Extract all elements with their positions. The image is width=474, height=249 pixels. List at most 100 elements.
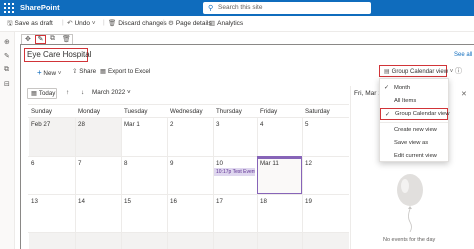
waffle-icon[interactable] bbox=[4, 3, 14, 13]
today-button[interactable]: ▦ Today bbox=[27, 88, 57, 99]
calendar-cell[interactable] bbox=[168, 233, 213, 249]
day-number[interactable]: 18 bbox=[260, 198, 267, 205]
analytics-button[interactable]: ▥ Analytics bbox=[209, 19, 243, 27]
calendar-cell[interactable] bbox=[258, 233, 302, 249]
app-title[interactable]: SharePoint bbox=[20, 3, 60, 12]
plus-icon: + bbox=[37, 68, 42, 77]
day-number[interactable]: 13 bbox=[31, 198, 38, 205]
chevron-down-icon: ˅ bbox=[127, 89, 131, 96]
save-as-draft-button[interactable]: 🖫 Save as draft bbox=[7, 19, 53, 30]
menu-divider bbox=[380, 122, 448, 123]
day-number[interactable]: 19 bbox=[305, 198, 312, 205]
delete-icon[interactable]: 🗑 bbox=[62, 35, 71, 43]
command-bar: 🖫 Save as draft | ↶ Undo ˅ | 🗑 Discard chan… bbox=[0, 16, 474, 32]
day-number[interactable]: 4 bbox=[260, 121, 263, 128]
day-number[interactable]: 9 bbox=[170, 160, 173, 167]
check-icon: ✓ bbox=[385, 112, 391, 118]
search-icon: ⚲ bbox=[208, 5, 214, 12]
page-details-button[interactable]: ⚙ Page details bbox=[168, 19, 212, 27]
grid-line bbox=[167, 117, 168, 249]
today-indicator bbox=[258, 157, 301, 159]
day-number[interactable]: 2 bbox=[170, 121, 173, 128]
chevron-down-icon: ˅ bbox=[449, 69, 454, 75]
calendar-cell[interactable] bbox=[76, 233, 121, 249]
day-number[interactable]: 7 bbox=[78, 160, 81, 167]
delete-icon[interactable]: ⊟ bbox=[4, 80, 10, 88]
copy-icon[interactable]: ⧉ bbox=[50, 35, 55, 43]
month-picker[interactable]: March 2022 ˅ bbox=[92, 89, 131, 96]
day-number[interactable]: 10 bbox=[216, 160, 223, 167]
search-placeholder: Search this site bbox=[218, 4, 263, 11]
close-icon[interactable]: ✕ bbox=[461, 90, 467, 98]
section-toolbar: ⊕ ✎ ⧉ ⊟ bbox=[0, 32, 15, 249]
undo-icon: ↶ bbox=[67, 20, 73, 27]
save-icon: 🖫 bbox=[7, 20, 13, 27]
day-number[interactable]: Feb 27 bbox=[31, 121, 50, 128]
discard-changes-button[interactable]: 🗑 Discard changes bbox=[108, 19, 167, 27]
suite-bar: SharePoint ⚲ Search this site bbox=[0, 0, 474, 16]
chevron-down-icon: ˅ bbox=[57, 70, 62, 77]
grid-line bbox=[213, 117, 214, 249]
day-number[interactable]: 6 bbox=[31, 160, 34, 167]
edit-current-view-option[interactable]: Edit current view bbox=[380, 150, 448, 162]
view-selector[interactable]: ▤ Group Calendar view ˅ bbox=[379, 65, 453, 77]
day-number[interactable]: 5 bbox=[305, 121, 308, 128]
discard-icon: 🗑 bbox=[108, 20, 117, 27]
day-number[interactable]: 14 bbox=[78, 198, 85, 205]
view-option-all-items[interactable]: All Items bbox=[380, 95, 448, 107]
share-button[interactable]: ⇪ Share bbox=[72, 68, 96, 75]
undo-button[interactable]: ↶ Undo ˅ bbox=[67, 19, 98, 27]
search-box[interactable]: ⚲ Search this site bbox=[203, 2, 371, 14]
day-number[interactable]: 16 bbox=[170, 198, 177, 205]
export-excel-button[interactable]: ▦ Export to Excel bbox=[100, 68, 150, 75]
day-number[interactable]: 28 bbox=[78, 121, 85, 128]
view-dropdown: ✓ Month All Items ✓ Group Calendar view Cr… bbox=[379, 78, 449, 162]
calendar-cell[interactable] bbox=[122, 233, 167, 249]
add-section-icon[interactable]: ⊕ bbox=[4, 38, 10, 46]
day-number[interactable]: Mar 1 bbox=[124, 121, 140, 128]
arrow-down-icon[interactable]: ↓ bbox=[81, 89, 84, 96]
divider: | bbox=[62, 19, 64, 26]
share-icon: ⇪ bbox=[72, 68, 78, 75]
day-number[interactable]: 8 bbox=[124, 160, 127, 167]
calendar-cell[interactable] bbox=[303, 233, 349, 249]
webpart-title[interactable]: Eye Care Hospital bbox=[24, 48, 91, 62]
view-option-month[interactable]: ✓ Month bbox=[380, 82, 448, 94]
weekday-header: Tuesday bbox=[124, 108, 148, 115]
weekday-header: Wednesday bbox=[170, 108, 203, 115]
balloon-icon bbox=[397, 174, 423, 232]
weekday-header: Thursday bbox=[216, 108, 242, 115]
check-icon: ✓ bbox=[384, 85, 390, 91]
save-view-as-option[interactable]: Save view as bbox=[380, 137, 448, 149]
weekday-header: Monday bbox=[78, 108, 101, 115]
divider: | bbox=[103, 19, 105, 26]
excel-icon: ▦ bbox=[100, 68, 106, 75]
edit-icon[interactable]: ✎ bbox=[4, 52, 10, 60]
day-number[interactable]: 3 bbox=[216, 121, 219, 128]
calendar-cell[interactable] bbox=[214, 233, 257, 249]
divider: | bbox=[163, 19, 165, 26]
calendar-event[interactable]: 10:17p Test Event bbox=[214, 168, 255, 176]
day-number[interactable]: 15 bbox=[124, 198, 131, 205]
see-all-link[interactable]: See all bbox=[454, 52, 472, 58]
weekday-header: Saturday bbox=[305, 108, 330, 115]
grid-line bbox=[121, 117, 122, 249]
create-new-view-option[interactable]: Create new view bbox=[380, 124, 448, 136]
calendar-icon: ▤ bbox=[384, 69, 390, 75]
grid-line bbox=[28, 194, 349, 195]
new-button[interactable]: + New ˅ bbox=[37, 68, 63, 77]
no-events-text: No events for the day bbox=[383, 237, 436, 243]
day-number[interactable]: Mar 11 bbox=[260, 160, 279, 167]
info-icon[interactable]: ⓘ bbox=[455, 66, 462, 76]
copy-icon[interactable]: ⧉ bbox=[4, 66, 9, 74]
day-number[interactable]: 12 bbox=[305, 160, 312, 167]
view-option-group-calendar[interactable]: ✓ Group Calendar view bbox=[380, 108, 449, 120]
edit-webpart-icon[interactable]: ✎ bbox=[35, 35, 46, 44]
day-number[interactable]: 17 bbox=[216, 198, 223, 205]
calendar-cell[interactable] bbox=[29, 233, 75, 249]
move-icon[interactable]: ✥ bbox=[25, 35, 31, 43]
calendar-icon: ▦ bbox=[31, 90, 37, 97]
weekday-header: Sunday bbox=[31, 108, 52, 115]
chevron-down-icon: ˅ bbox=[90, 20, 96, 27]
arrow-up-icon[interactable]: ↑ bbox=[66, 89, 69, 96]
